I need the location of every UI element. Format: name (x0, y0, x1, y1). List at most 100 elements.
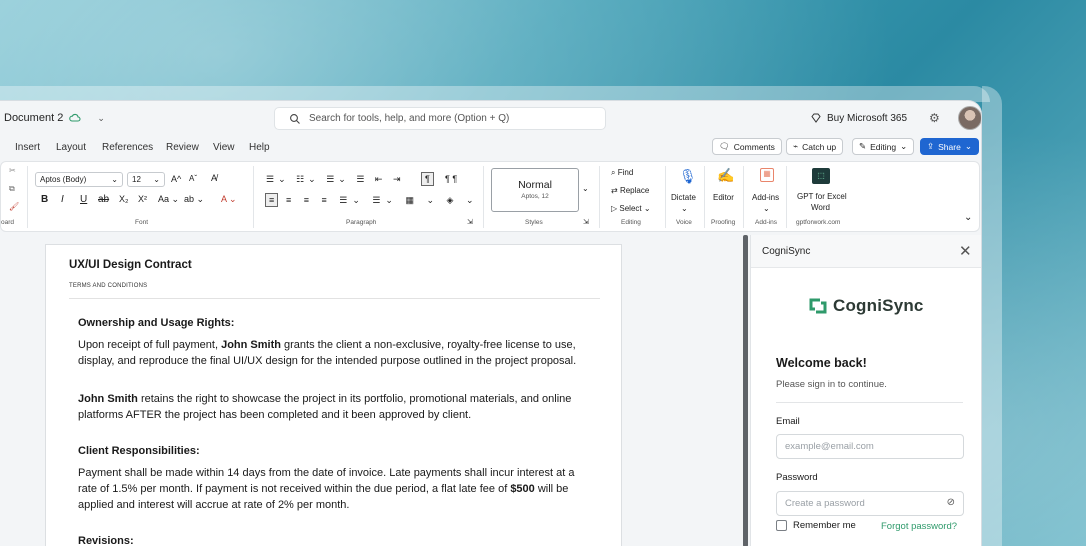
tab-insert[interactable]: Insert (15, 142, 40, 153)
show-formatting-icon[interactable]: ¶ (421, 172, 434, 186)
editor-icon[interactable]: ✍ (717, 167, 734, 184)
copy-icon[interactable]: ⧉ (9, 184, 15, 194)
replace-button[interactable]: ⇄ Replace (611, 186, 649, 195)
document-heading: UX/UI Design Contract (69, 259, 192, 271)
tab-help[interactable]: Help (249, 142, 270, 153)
add-ins-label[interactable]: Add-ins (752, 193, 779, 202)
pane-splitter[interactable] (743, 235, 748, 546)
editor-label[interactable]: Editor (713, 193, 734, 202)
chevron-down-icon[interactable]: ⌄ (763, 204, 770, 213)
style-name: Normal (518, 179, 552, 191)
clipboard-group-label: oard (1, 219, 15, 226)
brand-logo: CogniSync (808, 296, 924, 316)
ltr-icon[interactable]: ¶ ¶ (445, 174, 457, 184)
gpt-label-line1[interactable]: GPT for Excel (797, 192, 847, 201)
cut-icon[interactable]: ✂ (9, 166, 16, 175)
buy-microsoft-button[interactable]: Buy Microsoft 365 (810, 112, 907, 124)
share-label: Share (938, 141, 961, 152)
pane-title: CogniSync (762, 246, 811, 257)
welcome-heading: Welcome back! (776, 356, 867, 370)
paragraph: Payment shall be made within 14 days fro… (78, 465, 592, 513)
select-label: Select (619, 204, 642, 213)
chevron-down-icon: ⌄ (153, 175, 160, 184)
divider (69, 298, 600, 299)
find-label: Find (617, 168, 634, 177)
forgot-password-link[interactable]: Forgot password? (881, 521, 957, 532)
grow-font-icon[interactable]: A^ (171, 174, 181, 184)
tab-view[interactable]: View (213, 142, 235, 153)
format-painter-icon[interactable]: 🖌 (9, 202, 19, 211)
text-run: retains the right to showcase the projec… (78, 393, 572, 421)
dictate-label[interactable]: Dictate (671, 193, 696, 202)
separator (253, 166, 254, 228)
password-field[interactable]: Create a password ⊘ (776, 491, 964, 516)
document-subheading: TERMS AND CONDITIONS (69, 283, 148, 289)
pointer-icon: ▷ (611, 204, 618, 213)
chevron-down-icon[interactable]: ⌄ (97, 113, 105, 124)
gpt-label-line2[interactable]: Word (811, 203, 830, 212)
strikethrough-icon[interactable]: ab (98, 194, 109, 205)
chevron-down-icon[interactable]: ⌄ (582, 184, 589, 193)
document-page[interactable]: UX/UI Design Contract TERMS AND CONDITIO… (45, 244, 622, 546)
document-canvas: UX/UI Design Contract TERMS AND CONDITIO… (0, 235, 742, 546)
document-title[interactable]: Document 2 (4, 112, 63, 124)
microphone-icon[interactable]: 🎙 (679, 168, 697, 185)
document-title-area[interactable]: Document 2 ⌄ (4, 112, 105, 124)
font-name-select[interactable]: Aptos (Body) ⌄ (35, 172, 123, 187)
font-size-select[interactable]: 12 ⌄ (127, 172, 165, 187)
checkbox-icon[interactable] (776, 520, 787, 531)
alignment-tools-row[interactable]: ≡ ≡ ≡ ☰⌄ ☰⌄ ▦ ⌄ ◈ ⌄ (286, 195, 478, 206)
email-label: Email (776, 416, 800, 427)
gear-icon[interactable]: ⚙ (929, 111, 940, 125)
expand-icon[interactable]: ⇲ (583, 218, 589, 226)
shrink-font-icon[interactable]: Aˇ (189, 174, 197, 183)
chevron-down-icon[interactable]: ⌄ (681, 204, 688, 213)
font-color-icon[interactable]: A ⌄ (221, 194, 237, 205)
gpt-logo-icon[interactable]: ⬚ (812, 168, 830, 184)
chevron-down-icon[interactable]: ⌄ (964, 212, 972, 223)
avatar[interactable] (958, 106, 981, 130)
align-left-icon[interactable]: ≡ (265, 193, 279, 207)
add-ins-group-label: Add-ins (755, 219, 778, 226)
expand-icon[interactable]: ⇲ (467, 218, 473, 226)
cognisync-logo-icon (809, 298, 827, 314)
gpt-group-label: gptforwork.com (796, 219, 841, 226)
list-tools-row[interactable]: ☰⌄ ☷⌄ ☰⌄ ☰ ⇤ ⇥ (266, 174, 404, 185)
eye-off-icon[interactable]: ⊘ (947, 497, 955, 508)
comments-button[interactable]: 🗨 Comments (712, 138, 782, 155)
tab-layout[interactable]: Layout (56, 142, 86, 153)
email-placeholder: example@email.com (785, 441, 874, 452)
superscript-icon[interactable]: X² (138, 194, 147, 204)
separator (704, 166, 705, 228)
search-box[interactable]: Search for tools, help, and more (Option… (274, 107, 606, 130)
tab-review[interactable]: Review (166, 142, 199, 153)
search-icon (290, 113, 300, 124)
remember-me-checkbox[interactable]: Remember me (776, 520, 856, 531)
italic-icon[interactable]: I (61, 194, 64, 205)
fee-run: $500 (510, 483, 535, 495)
add-ins-icon[interactable]: ▦ (760, 168, 774, 182)
menu-bar: Insert Layout References Review View Hel… (0, 137, 981, 159)
editing-mode-button[interactable]: ✎ Editing ⌄ (852, 138, 915, 155)
highlight-icon[interactable]: ab ⌄ (184, 194, 204, 205)
email-field[interactable]: example@email.com (776, 434, 964, 459)
subscript-icon[interactable]: X₂ (119, 194, 129, 204)
underline-icon[interactable]: U (80, 194, 87, 205)
word-window: Document 2 ⌄ Search for tools, help, and… (0, 100, 982, 546)
bold-icon[interactable]: B (41, 194, 48, 205)
password-label: Password (776, 472, 818, 483)
replace-icon: ⇄ (611, 186, 618, 195)
close-icon[interactable]: ✕ (959, 242, 972, 260)
clear-format-icon[interactable]: A̸ (211, 173, 217, 183)
pane-header: CogniSync ✕ (751, 235, 981, 268)
text-run: Payment shall be made within 14 days fro… (78, 467, 575, 495)
tab-references[interactable]: References (102, 142, 153, 153)
change-case-icon[interactable]: Aa ⌄ (158, 194, 179, 205)
find-button[interactable]: ⌕ Find (611, 168, 633, 178)
select-button[interactable]: ▷ Select ⌄ (611, 204, 651, 213)
style-normal[interactable]: Normal Aptos, 12 (491, 168, 579, 212)
add-in-pane: CogniSync ✕ CogniSync Welcome back! Plea… (750, 235, 981, 546)
editing-label: Editing (870, 141, 897, 152)
share-button[interactable]: ⇪ Share ⌄ (920, 138, 979, 155)
catch-up-button[interactable]: ⌁ Catch up (786, 138, 844, 155)
